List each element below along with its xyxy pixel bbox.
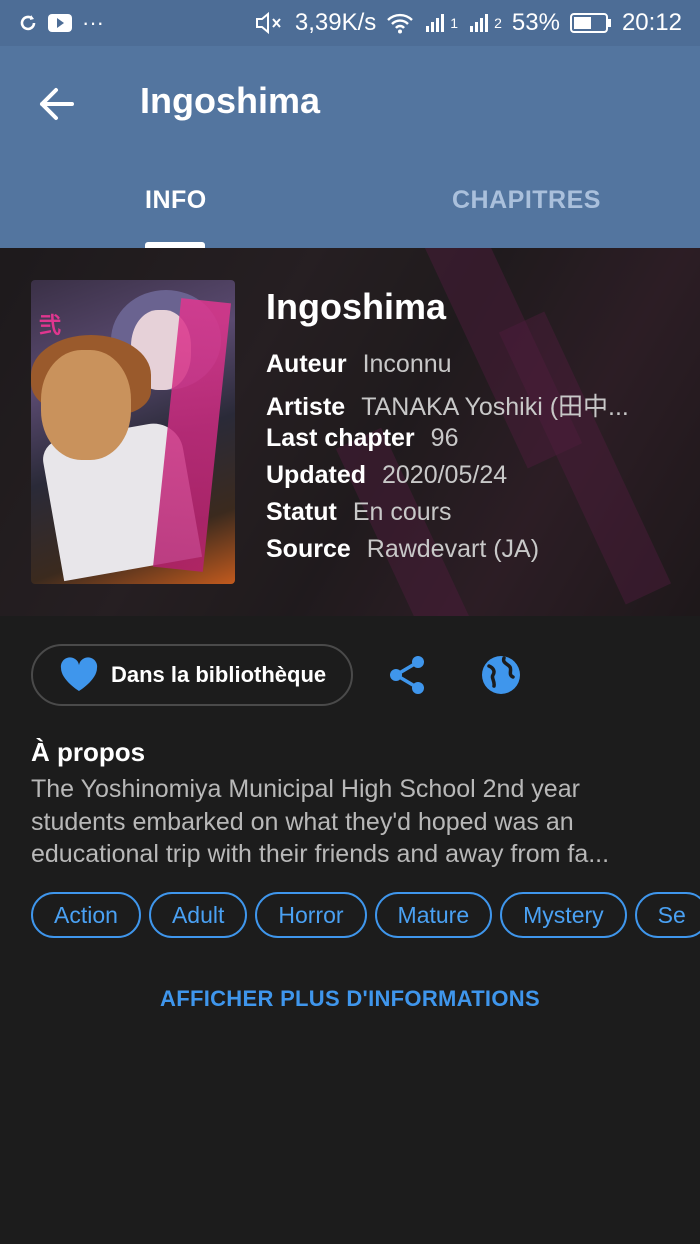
genre-chip[interactable]: Horror	[255, 892, 367, 938]
genre-chip[interactable]: Se	[634, 892, 700, 938]
genre-chip[interactable]: Action	[31, 892, 141, 938]
meta-key: Last chapter	[266, 424, 415, 452]
meta-row-last-chapter: Last chapter 96	[266, 424, 686, 461]
about-description[interactable]: The Yoshinomiya Municipal High School 2n…	[31, 773, 681, 871]
meta-row-artist: Artiste TANAKA Yoshiki (田中...	[266, 387, 686, 424]
show-more-button[interactable]: AFFICHER PLUS D'INFORMATIONS	[0, 986, 700, 1012]
signal-sim2-icon	[470, 14, 489, 32]
meta-row-author: Auteur Inconnu	[266, 350, 686, 387]
youtube-icon	[48, 14, 72, 32]
network-speed: 3,39K/s	[294, 9, 377, 36]
meta-key: Updated	[266, 461, 366, 489]
genre-chip[interactable]: Mature	[374, 892, 493, 938]
meta-row-source: Source Rawdevart (JA)	[266, 535, 686, 572]
cover-image[interactable]: 弐	[31, 280, 235, 584]
meta-key: Artiste	[266, 393, 346, 421]
genre-chips: Action Adult Horror Mature Mystery Se	[31, 892, 700, 940]
share-icon[interactable]	[386, 654, 428, 696]
manga-header: 弐 Ingoshima Auteur Inconnu Artiste TANAK…	[0, 248, 700, 616]
heart-icon	[60, 657, 98, 691]
status-bar: ··· 3,39K/s 1 2 53% 20:12	[0, 0, 700, 46]
meta-value: Inconnu	[362, 350, 452, 378]
sim1-label: 1	[450, 15, 459, 31]
meta-key: Auteur	[266, 350, 347, 378]
meta-value: En cours	[352, 498, 452, 526]
meta-value: 96	[430, 424, 459, 452]
meta-key: Source	[266, 535, 351, 563]
more-notifications-icon: ···	[82, 10, 104, 35]
library-button[interactable]: Dans la bibliothèque	[31, 644, 353, 706]
app-bar: Ingoshima INFO CHAPITRES	[0, 46, 700, 248]
meta-row-status: Statut En cours	[266, 498, 686, 535]
signal-sim1-icon	[426, 14, 445, 32]
meta-key: Statut	[266, 498, 337, 526]
meta-row-updated: Updated 2020/05/24	[266, 461, 686, 498]
meta-value: TANAKA Yoshiki (田中...	[361, 393, 629, 421]
sim2-label: 2	[494, 15, 502, 31]
genre-chip[interactable]: Adult	[148, 892, 248, 938]
genre-chip[interactable]: Mystery	[500, 892, 627, 938]
cover-volume-mark: 弐	[39, 314, 62, 339]
meta-value: Rawdevart (JA)	[366, 535, 540, 563]
sync-icon	[20, 15, 36, 31]
tab-info[interactable]: INFO	[145, 186, 207, 215]
wifi-icon	[387, 13, 414, 34]
globe-icon[interactable]	[480, 654, 522, 696]
manga-title: Ingoshima	[266, 286, 447, 327]
about-heading: À propos	[31, 737, 146, 767]
clock: 20:12	[621, 9, 682, 36]
page-title: Ingoshima	[140, 80, 321, 121]
mute-icon	[255, 11, 281, 35]
library-label: Dans la bibliothèque	[111, 662, 327, 687]
manga-meta: Auteur Inconnu Artiste TANAKA Yoshiki (田…	[266, 350, 686, 572]
cover-art	[41, 350, 131, 460]
back-arrow-icon[interactable]	[36, 84, 76, 124]
meta-value: 2020/05/24	[382, 461, 508, 489]
battery-percent: 53%	[511, 9, 560, 36]
tab-chapitres[interactable]: CHAPITRES	[452, 186, 601, 215]
battery-icon	[569, 13, 611, 33]
